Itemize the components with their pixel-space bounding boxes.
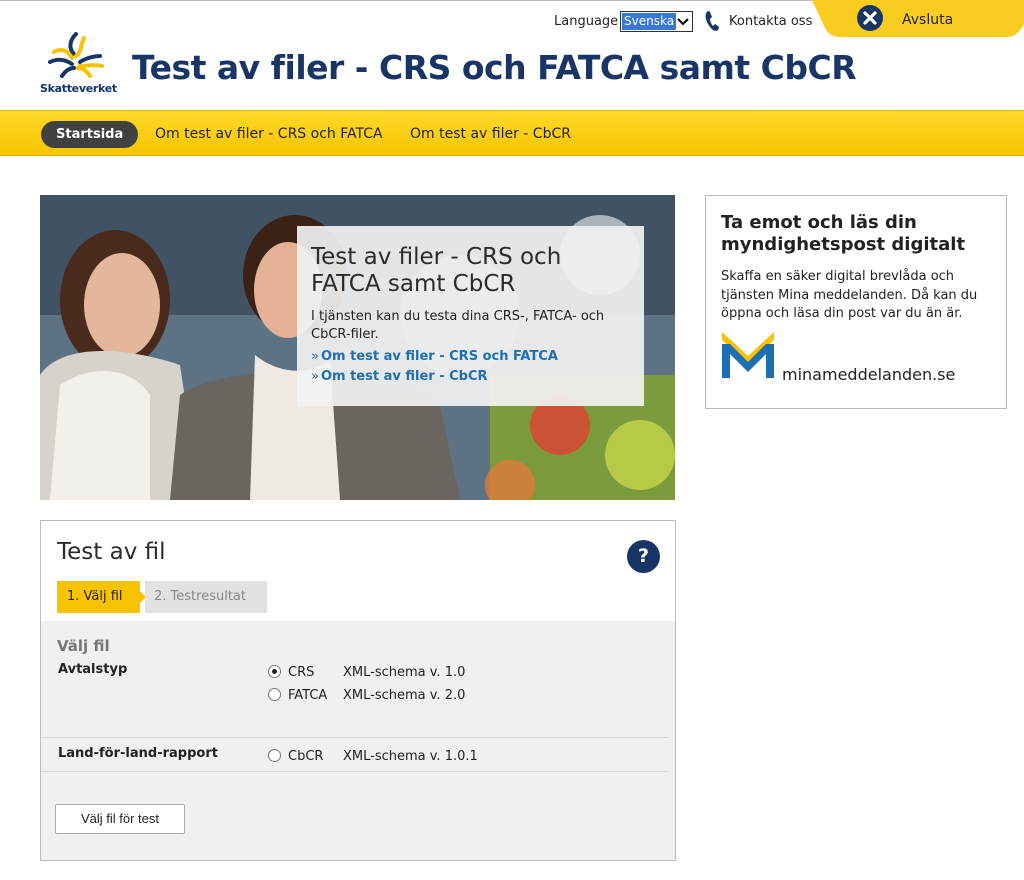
row-divider bbox=[41, 771, 669, 772]
nav-item-crs-fatca[interactable]: Om test av filer - CRS och FATCA bbox=[155, 126, 383, 142]
option-crs-label: CRS bbox=[288, 665, 315, 680]
phone-icon bbox=[705, 11, 719, 31]
test-file-panel: Test av fil ? 1. Välj fil 2. Testresulta… bbox=[40, 520, 676, 861]
logo-emblem bbox=[48, 32, 104, 78]
skatteverket-logo[interactable]: Skatteverket bbox=[40, 30, 117, 98]
hero-description: I tjänsten kan du testa dina CRS-, FATCA… bbox=[311, 309, 605, 342]
close-icon bbox=[857, 5, 883, 31]
step-test-result: 2. Testresultat bbox=[145, 581, 267, 613]
radio-cbcr[interactable] bbox=[268, 749, 281, 762]
hero-banner: Test av filer - CRS och FATCA samt CbCR … bbox=[40, 195, 675, 500]
language-label: Language bbox=[554, 14, 619, 29]
logo-text: Skatteverket bbox=[40, 82, 117, 95]
language-select[interactable]: Svenska bbox=[620, 11, 693, 32]
mina-meddelanden-box: Ta emot och läs din myndighetspost digit… bbox=[705, 195, 1007, 409]
row-divider bbox=[41, 737, 669, 738]
mina-meddelanden-logo-icon[interactable] bbox=[722, 332, 774, 378]
chevron-right-icon: » bbox=[311, 349, 319, 364]
nav-item-startsida[interactable]: Startsida bbox=[41, 121, 139, 148]
radio-crs[interactable] bbox=[268, 665, 281, 678]
hero-link-crs-fatca-label: Om test av filer - CRS och FATCA bbox=[320, 349, 558, 364]
select-file-button[interactable]: Välj fil för test bbox=[55, 804, 185, 834]
step-select-file: 1. Välj fil bbox=[57, 581, 140, 613]
page-title: Test av filer - CRS och FATCA samt CbCR bbox=[132, 48, 857, 87]
panel-title: Test av fil bbox=[57, 539, 166, 565]
help-icon[interactable]: ? bbox=[627, 540, 660, 573]
hero-link-cbcr[interactable]: » Om test av filer - CbCR bbox=[311, 369, 630, 384]
cbcr-row-label: Land-för-land-rapport bbox=[58, 746, 218, 761]
option-fatca-label: FATCA bbox=[288, 688, 328, 703]
language-selected-value: Svenska bbox=[622, 13, 677, 30]
option-fatca-schema: XML-schema v. 2.0 bbox=[343, 688, 466, 703]
radio-fatca[interactable] bbox=[268, 688, 281, 701]
panel-header: Test av fil ? 1. Välj fil 2. Testresulta… bbox=[41, 521, 675, 621]
mina-meddelanden-link[interactable]: minameddelanden.se bbox=[782, 365, 955, 384]
hero-link-cbcr-label: Om test av filer - CbCR bbox=[320, 369, 488, 384]
hero-title: Test av filer - CRS och FATCA samt CbCR bbox=[311, 244, 562, 297]
side-text: Skaffa en säker digital brevlåda och tjä… bbox=[721, 269, 978, 321]
contact-link[interactable]: Kontakta oss bbox=[729, 14, 812, 29]
main-nav: Startsida Om test av filer - CRS och FAT… bbox=[0, 110, 1024, 156]
nav-item-cbcr[interactable]: Om test av filer - CbCR bbox=[410, 126, 571, 142]
exit-button[interactable]: Avsluta bbox=[812, 0, 1024, 38]
option-cbcr-label: CbCR bbox=[288, 749, 324, 764]
exit-label: Avsluta bbox=[902, 12, 954, 28]
option-crs-schema: XML-schema v. 1.0 bbox=[343, 665, 466, 680]
agreement-type-label: Avtalstyp bbox=[58, 662, 128, 677]
section-title: Välj fil bbox=[57, 637, 110, 655]
hero-link-crs-fatca[interactable]: » Om test av filer - CRS och FATCA bbox=[311, 349, 630, 364]
chevron-down-icon bbox=[677, 18, 689, 26]
side-title: Ta emot och läs din myndighetspost digit… bbox=[721, 212, 966, 255]
chevron-right-icon: » bbox=[311, 369, 319, 384]
option-cbcr-schema: XML-schema v. 1.0.1 bbox=[343, 749, 478, 764]
hero-card: Test av filer - CRS och FATCA samt CbCR … bbox=[297, 226, 644, 406]
